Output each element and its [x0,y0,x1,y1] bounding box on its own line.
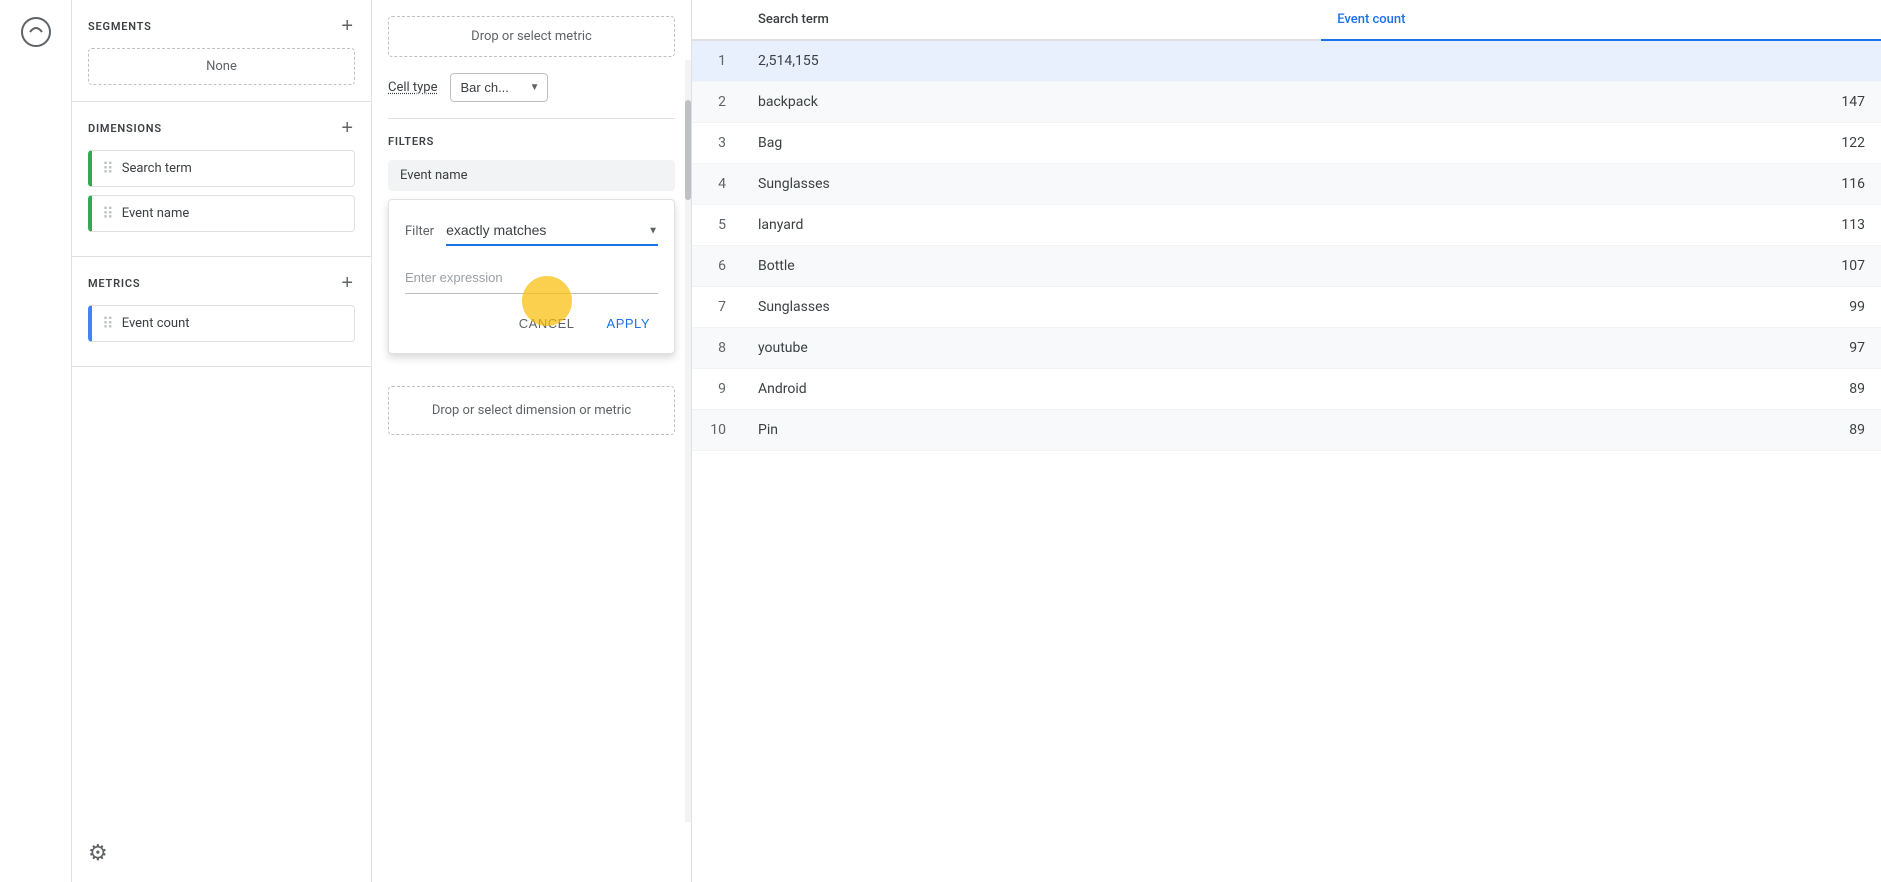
col-header-event-count[interactable]: Event count [1321,0,1881,40]
col-header-search-term[interactable]: Search term [742,0,1321,40]
add-dimension-button[interactable]: + [339,118,355,138]
cell-rank: 3 [692,123,742,164]
drag-handle-icon: ⠿ [102,159,114,178]
cell-count: 89 [1321,369,1881,410]
filter-actions: CANCEL APPLY [405,310,658,337]
cell-name: youtube [742,328,1321,369]
app-logo-icon [16,12,56,52]
cell-name: Pin [742,410,1321,451]
segment-none: None [88,48,355,85]
cell-rank: 4 [692,164,742,205]
table-row: 9Android89 [692,369,1881,410]
metric-item-event-count[interactable]: ⠿ Event count [88,305,355,342]
dimensions-header: DIMENSIONS + [88,118,355,138]
cell-count: 116 [1321,164,1881,205]
dimensions-section: DIMENSIONS + ⠿ Search term ⠿ Event name [72,102,371,257]
cell-count: 97 [1321,328,1881,369]
expression-container [405,262,658,310]
cancel-button[interactable]: CANCEL [511,310,583,337]
cell-name: Bottle [742,246,1321,287]
cell-rank: 8 [692,328,742,369]
center-panel: Drop or select metric Cell type Bar ch..… [372,0,692,882]
cell-count: 107 [1321,246,1881,287]
cell-count: 147 [1321,82,1881,123]
table-row: 10Pin89 [692,410,1881,451]
cell-rank: 2 [692,82,742,123]
filter-select-wrapper[interactable]: exactly matches contains starts with end… [446,216,658,246]
filter-expression-input[interactable] [405,262,658,294]
filter-dropdown-row: Filter exactly matches contains starts w… [405,216,658,246]
table-body: 12,514,1552backpack1473Bag1224Sunglasses… [692,40,1881,451]
table-row: 12,514,155 [692,40,1881,82]
table-row: 5lanyard113 [692,205,1881,246]
dimensions-title: DIMENSIONS [88,122,162,135]
metrics-title: METRICS [88,277,140,290]
cell-count: 89 [1321,410,1881,451]
table-row: 3Bag122 [692,123,1881,164]
data-table-panel: Search term Event count 12,514,1552backp… [692,0,1881,882]
cell-rank: 10 [692,410,742,451]
scrollbar-thumb[interactable] [685,100,691,200]
add-metric-button[interactable]: + [339,273,355,293]
apply-button[interactable]: APPLY [599,310,658,337]
filters-section: FILTERS Event name Filter exactly matche… [388,135,675,370]
cell-count: 113 [1321,205,1881,246]
drag-handle-icon: ⠿ [102,204,114,223]
settings-icon[interactable]: ⚙ [88,841,108,866]
drop-dimension-box[interactable]: Drop or select dimension or metric [388,386,675,435]
table-header-row: Search term Event count [692,0,1881,40]
filter-popup: Filter exactly matches contains starts w… [388,199,675,354]
cell-rank: 9 [692,369,742,410]
col-header-rank[interactable] [692,0,742,40]
table-row: 6Bottle107 [692,246,1881,287]
drop-metric-box[interactable]: Drop or select metric [388,16,675,57]
table-row: 2backpack147 [692,82,1881,123]
cell-count [1321,40,1881,82]
left-nav [0,0,72,882]
cell-name: 2,514,155 [742,40,1321,82]
table-row: 8youtube97 [692,328,1881,369]
add-segment-button[interactable]: + [339,16,355,36]
cell-name: Sunglasses [742,287,1321,328]
dimension-label-event-name: Event name [122,206,190,221]
cell-name: backpack [742,82,1321,123]
data-table: Search term Event count 12,514,1552backp… [692,0,1881,451]
cell-count: 99 [1321,287,1881,328]
drag-handle-icon: ⠿ [102,314,114,333]
table-row: 4Sunglasses116 [692,164,1881,205]
cell-name: Android [742,369,1321,410]
cell-type-label: Cell type [388,80,438,95]
metric-label-event-count: Event count [122,316,190,331]
segments-title: SEGMENTS [88,20,152,33]
filters-title: FILTERS [388,135,675,148]
cell-name: Bag [742,123,1321,164]
table-row: 7Sunglasses99 [692,287,1881,328]
cell-type-wrapper[interactable]: Bar ch... Line chart Scatter Table [450,73,548,102]
metrics-header: METRICS + [88,273,355,293]
cell-count: 122 [1321,123,1881,164]
cell-rank: 7 [692,287,742,328]
cell-name: lanyard [742,205,1321,246]
dimension-item-event-name[interactable]: ⠿ Event name [88,195,355,232]
sidebar: SEGMENTS + None DIMENSIONS + ⠿ Search te… [72,0,372,882]
segments-header: SEGMENTS + [88,16,355,36]
cell-rank: 6 [692,246,742,287]
dimension-label-search-term: Search term [122,161,192,176]
cell-name: Sunglasses [742,164,1321,205]
cell-type-row: Cell type Bar ch... Line chart Scatter T… [388,73,675,102]
filter-condition-select[interactable]: exactly matches contains starts with end… [446,216,658,246]
cell-rank: 5 [692,205,742,246]
cell-type-select[interactable]: Bar ch... Line chart Scatter Table [450,73,548,102]
filter-label: Filter [405,224,434,239]
sidebar-bottom: ⚙ [72,825,371,882]
metrics-section: METRICS + ⠿ Event count [72,257,371,367]
segments-section: SEGMENTS + None [72,0,371,102]
dimension-item-search-term[interactable]: ⠿ Search term [88,150,355,187]
scrollbar-track[interactable] [685,60,691,822]
filter-chip[interactable]: Event name [388,160,675,191]
cell-rank: 1 [692,40,742,82]
